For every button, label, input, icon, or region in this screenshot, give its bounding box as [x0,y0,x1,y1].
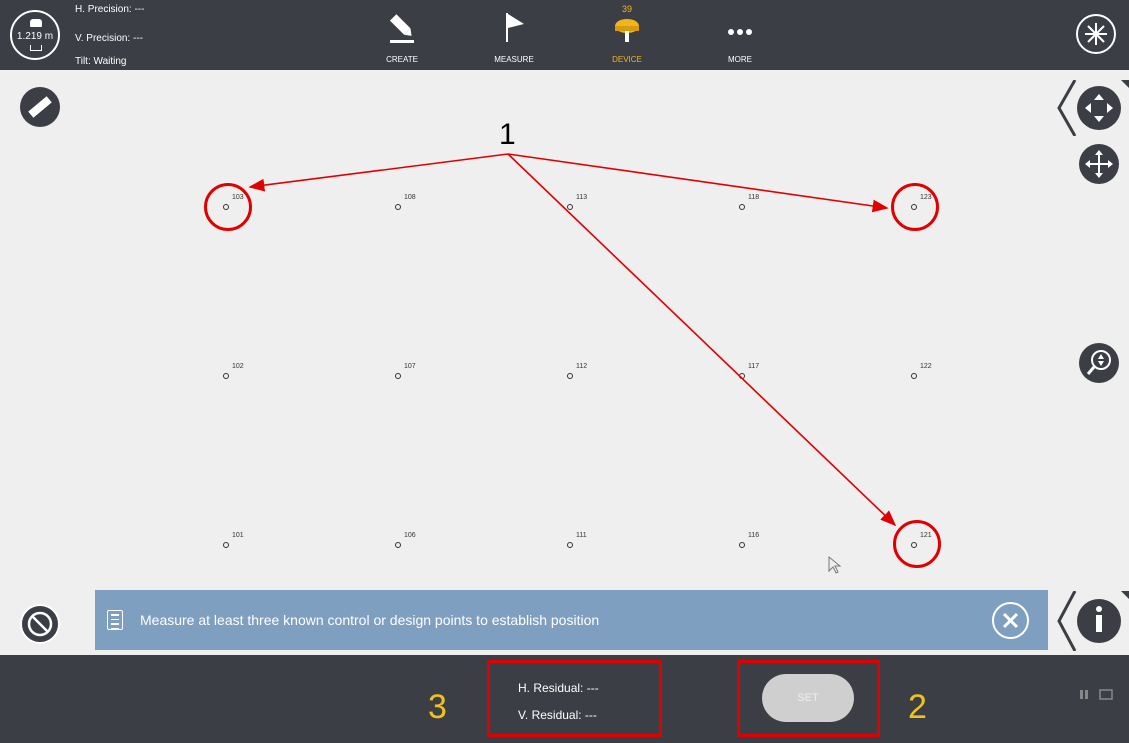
point-106[interactable]: 106 [395,532,455,556]
point-marker [223,542,229,548]
highlight-point-103 [204,183,252,231]
highlight-residuals [487,660,662,737]
point-label: 112 [576,363,588,370]
close-icon [1002,612,1019,629]
device-tool[interactable]: 39 DEVICE [587,4,667,66]
point-label: 101 [232,532,244,539]
device-label: DEVICE [612,55,642,64]
measure-tool[interactable]: MEASURE [474,6,554,66]
cancel-button[interactable] [20,604,60,644]
measure-distance-button[interactable] [20,87,60,127]
point-marker [567,204,573,210]
banner-message: Measure at least three known control or … [140,612,600,628]
satellite-count: 39 [621,4,632,14]
point-122[interactable]: 122 [911,363,971,387]
callout-1: 1 [499,118,516,151]
zoom-icon [1086,350,1111,375]
v-precision: V. Precision: --- [75,33,143,44]
create-label: CREATE [386,55,418,64]
point-101[interactable]: 101 [223,532,283,556]
point-marker [395,373,401,379]
measure-label: MEASURE [494,55,534,64]
top-bar: 1.219 m H. Precision: --- V. Precision: … [0,0,1129,70]
point-117[interactable]: 117 [739,363,799,387]
point-102[interactable]: 102 [223,363,283,387]
callout-2: 2 [908,688,927,726]
info-tab[interactable] [1049,590,1129,652]
prohibit-icon [27,611,53,637]
point-label: 108 [404,194,416,201]
antenna-height-button[interactable]: 1.219 m [10,10,60,60]
pencil-icon [389,14,414,43]
flag-icon [506,13,524,42]
window-controls[interactable] [1080,688,1114,700]
point-label: 107 [404,363,416,370]
point-113[interactable]: 113 [567,194,627,218]
point-marker [395,542,401,548]
pan-arrows-icon [1057,79,1129,137]
point-label: 106 [404,532,416,539]
h-precision: H. Precision: --- [75,4,145,15]
pan-control-tab[interactable] [1049,79,1129,137]
point-108[interactable]: 108 [395,194,455,218]
more-tool[interactable]: MORE [700,6,780,66]
starburst-icon [1085,23,1107,45]
ruler-icon [28,96,52,118]
point-111[interactable]: 111 [567,532,627,556]
more-label: MORE [728,55,752,64]
document-icon [107,610,123,630]
ellipsis-icon [728,29,752,35]
move-icon [1085,150,1113,178]
point-marker [739,373,745,379]
satellite-button[interactable] [1076,14,1116,54]
point-label: 102 [232,363,244,370]
close-banner-button[interactable] [992,602,1029,639]
point-112[interactable]: 112 [567,363,627,387]
point-label: 122 [920,363,932,370]
point-marker [739,542,745,548]
zoom-button[interactable] [1079,343,1119,383]
highlight-set-button [737,660,880,737]
callout-3: 3 [428,688,447,726]
point-marker [223,373,229,379]
point-116[interactable]: 116 [739,532,799,556]
highlight-point-123 [891,183,939,231]
pole-icon [30,45,42,51]
antenna-icon [30,19,42,27]
highlight-point-121 [893,520,941,568]
point-marker [911,373,917,379]
point-label: 111 [576,532,587,539]
point-marker [567,373,573,379]
move-button[interactable] [1079,144,1119,184]
point-118[interactable]: 118 [739,194,799,218]
instruction-banner: Measure at least three known control or … [95,590,1048,650]
point-label: 118 [748,194,760,201]
tilt-status: Tilt: Waiting [75,56,127,67]
point-107[interactable]: 107 [395,363,455,387]
point-marker [567,542,573,548]
point-marker [395,204,401,210]
point-marker [739,204,745,210]
info-icon [1057,590,1129,652]
point-label: 117 [748,363,760,370]
point-label: 116 [748,532,760,539]
antenna-height-value: 1.219 m [16,31,54,42]
pause-display-icon [1080,689,1113,700]
receiver-icon [615,19,639,42]
point-label: 113 [576,194,588,201]
create-tool[interactable]: CREATE [362,6,442,66]
